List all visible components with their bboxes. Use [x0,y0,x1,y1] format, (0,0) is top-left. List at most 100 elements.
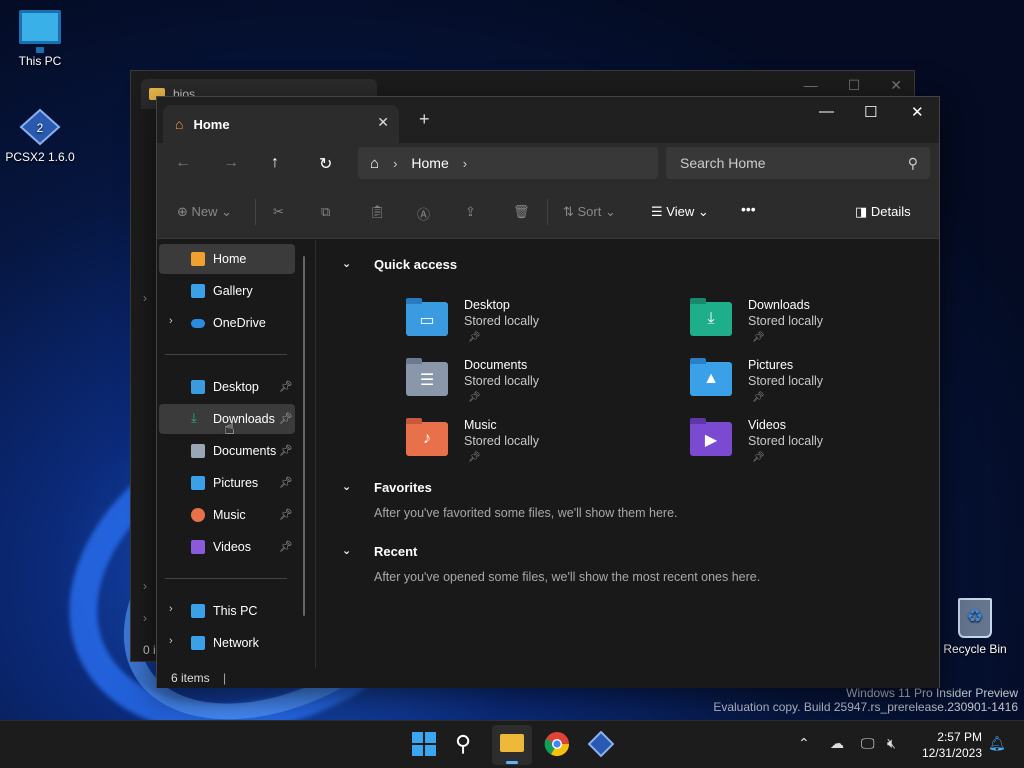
rename-icon[interactable]: Ⓐ [417,204,430,223]
refresh-button[interactable]: ↻ [319,154,332,174]
sidebar-item-gallery[interactable]: Gallery [159,276,295,306]
maximize-button[interactable]: ☐ [864,103,877,121]
pcsx2-icon[interactable] [587,730,616,759]
sidebar-item-network[interactable]: › Network [159,628,295,658]
item-name: Music [464,418,497,432]
gallery-icon [191,284,205,298]
navigation-pane: Home Gallery › OneDrive Desktop 📌︎ ⤓ Dow… [157,240,315,668]
details-button[interactable]: ◨ Details [855,204,911,220]
pictures-folder-icon: ▲ [690,358,732,396]
copy-icon[interactable]: ⧉ [321,204,330,220]
divider [255,199,256,225]
sidebar-item-this-pc[interactable]: › This PC [159,596,295,626]
chevron-down-icon[interactable]: ⌄ [342,544,351,557]
sidebar-item-label: OneDrive [213,316,266,330]
onedrive-offline-icon[interactable]: ☁ [830,735,844,752]
quick-access-pictures[interactable]: ▲ Pictures Stored locally 📌︎ [690,358,970,414]
desktop-icon-label: PCSX2 1.6.0 [5,150,75,164]
pin-icon[interactable]: 📌︎ [279,412,293,425]
chevron-right-icon: › [393,155,398,171]
pin-icon[interactable]: 📌︎ [279,444,293,457]
sidebar-item-label: This PC [213,604,258,618]
chrome-icon[interactable] [544,731,572,759]
file-explorer-taskbar-button[interactable] [492,725,532,765]
pin-icon[interactable]: 📌︎ [279,380,293,393]
show-hidden-icons-button[interactable]: ⌃ [798,735,810,752]
os-watermark: Windows 11 Pro Insider Preview Evaluatio… [713,686,1018,714]
delete-icon[interactable]: 🗑︎ [513,204,530,220]
start-button[interactable] [411,731,439,759]
view-button[interactable]: ☰ View ⌄ [651,204,709,220]
file-explorer-window[interactable]: ⌂ Home ✕ + — ☐ ✕ ← → ↑ ↻ ⌂ › Home › Sear… [156,96,940,688]
quick-access-header[interactable]: ⌄ Quick access [342,257,457,272]
network-icon[interactable]: 🖵︎ [861,735,875,752]
volume-muted-icon[interactable]: 🔇︎ [887,735,896,752]
favorites-header[interactable]: ⌄ Favorites [342,480,432,495]
search-input[interactable]: Search Home ⚲ [666,147,930,179]
cut-icon[interactable]: ✂ [273,204,284,220]
recent-header[interactable]: ⌄ Recent [342,544,417,559]
desktop-icon-this-pc[interactable]: This PC [0,10,80,68]
chevron-right-icon: › [143,611,147,625]
chevron-right-icon: › [462,155,468,171]
mouse-cursor-icon: ☝ [224,418,235,438]
sidebar-item-home[interactable]: Home [159,244,295,274]
address-bar[interactable]: ⌂ › Home › [358,147,658,179]
forward-button[interactable]: → [223,154,239,172]
item-name: Downloads [748,298,810,312]
sidebar-scrollbar[interactable] [303,256,305,616]
download-icon: ⤓ [191,410,197,425]
quick-access-documents[interactable]: ☰ Documents Stored locally 📌︎ [406,358,686,414]
quick-access-downloads[interactable]: ⤓ Downloads Stored locally 📌︎ [690,298,970,354]
sidebar-item-desktop[interactable]: Desktop 📌︎ [159,372,295,402]
share-icon[interactable]: ⇪ [465,204,476,220]
monitor-icon [19,10,61,53]
minimize-button[interactable]: — [819,103,834,120]
clock[interactable]: 2:57 PM 12/31/2023 [922,729,982,761]
sidebar-item-label: Desktop [213,380,259,394]
sidebar-item-label: Documents [213,444,277,458]
search-icon[interactable]: ⚲ [455,731,483,759]
sidebar-item-documents[interactable]: Documents 📌︎ [159,436,295,466]
back-button[interactable]: ← [175,154,191,172]
pin-icon[interactable]: 📌︎ [279,476,293,489]
sort-button[interactable]: ⇅ Sort ⌄ [563,204,616,220]
sidebar-item-videos[interactable]: Videos 📌︎ [159,532,295,562]
new-button[interactable]: ⊕ New ⌄ [177,204,232,220]
documents-icon [191,444,205,458]
close-window-button[interactable]: ✕ [911,103,924,121]
desktop-icon-recycle-bin[interactable]: ♻ Recycle Bin [935,598,1015,656]
item-location: Stored locally [464,374,540,388]
search-placeholder: Search Home [680,155,766,171]
sidebar-item-music[interactable]: Music 📌︎ [159,500,295,530]
quick-access-music[interactable]: ♪ Music Stored locally 📌︎ [406,418,686,474]
more-options-button[interactable]: ••• [741,201,756,217]
sidebar-item-label: Network [213,636,259,650]
tab-home[interactable]: ⌂ Home ✕ [163,105,399,143]
taskbar: ⚲ ⌃ ☁ 🖵︎ 🔇︎ 2:57 PM 12/31/2023 🔔︎ [0,720,1024,768]
quick-access-desktop[interactable]: ▭ Desktop Stored locally 📌︎ [406,298,686,354]
item-location: Stored locally [748,314,824,328]
chevron-down-icon[interactable]: ⌄ [342,480,351,493]
paste-icon[interactable]: 📋︎ [369,204,386,220]
pin-icon[interactable]: 📌︎ [279,508,293,521]
sidebar-item-onedrive[interactable]: › OneDrive [159,308,295,338]
close-tab-button[interactable]: ✕ [377,114,389,131]
notification-bell-icon[interactable]: 🔔︎ [988,735,1006,752]
new-tab-button[interactable]: + [419,109,430,130]
videos-icon [191,540,205,554]
up-button[interactable]: ↑ [271,154,279,172]
svg-text:2: 2 [37,121,44,135]
desktop-icon-pcsx2[interactable]: 2 PCSX2 1.6.0 [0,108,80,164]
chevron-down-icon[interactable]: ⌄ [342,257,351,270]
home-icon: ⌂ [370,154,380,172]
chevron-right-icon[interactable]: › [169,635,173,647]
chevron-right-icon[interactable]: › [169,603,173,615]
chevron-right-icon[interactable]: › [169,315,173,327]
pin-icon[interactable]: 📌︎ [279,540,293,553]
music-folder-icon: ♪ [406,418,448,456]
pictures-icon [191,476,205,490]
breadcrumb-home[interactable]: Home [411,155,448,171]
sidebar-item-pictures[interactable]: Pictures 📌︎ [159,468,295,498]
quick-access-videos[interactable]: ▶ Videos Stored locally 📌︎ [690,418,970,474]
